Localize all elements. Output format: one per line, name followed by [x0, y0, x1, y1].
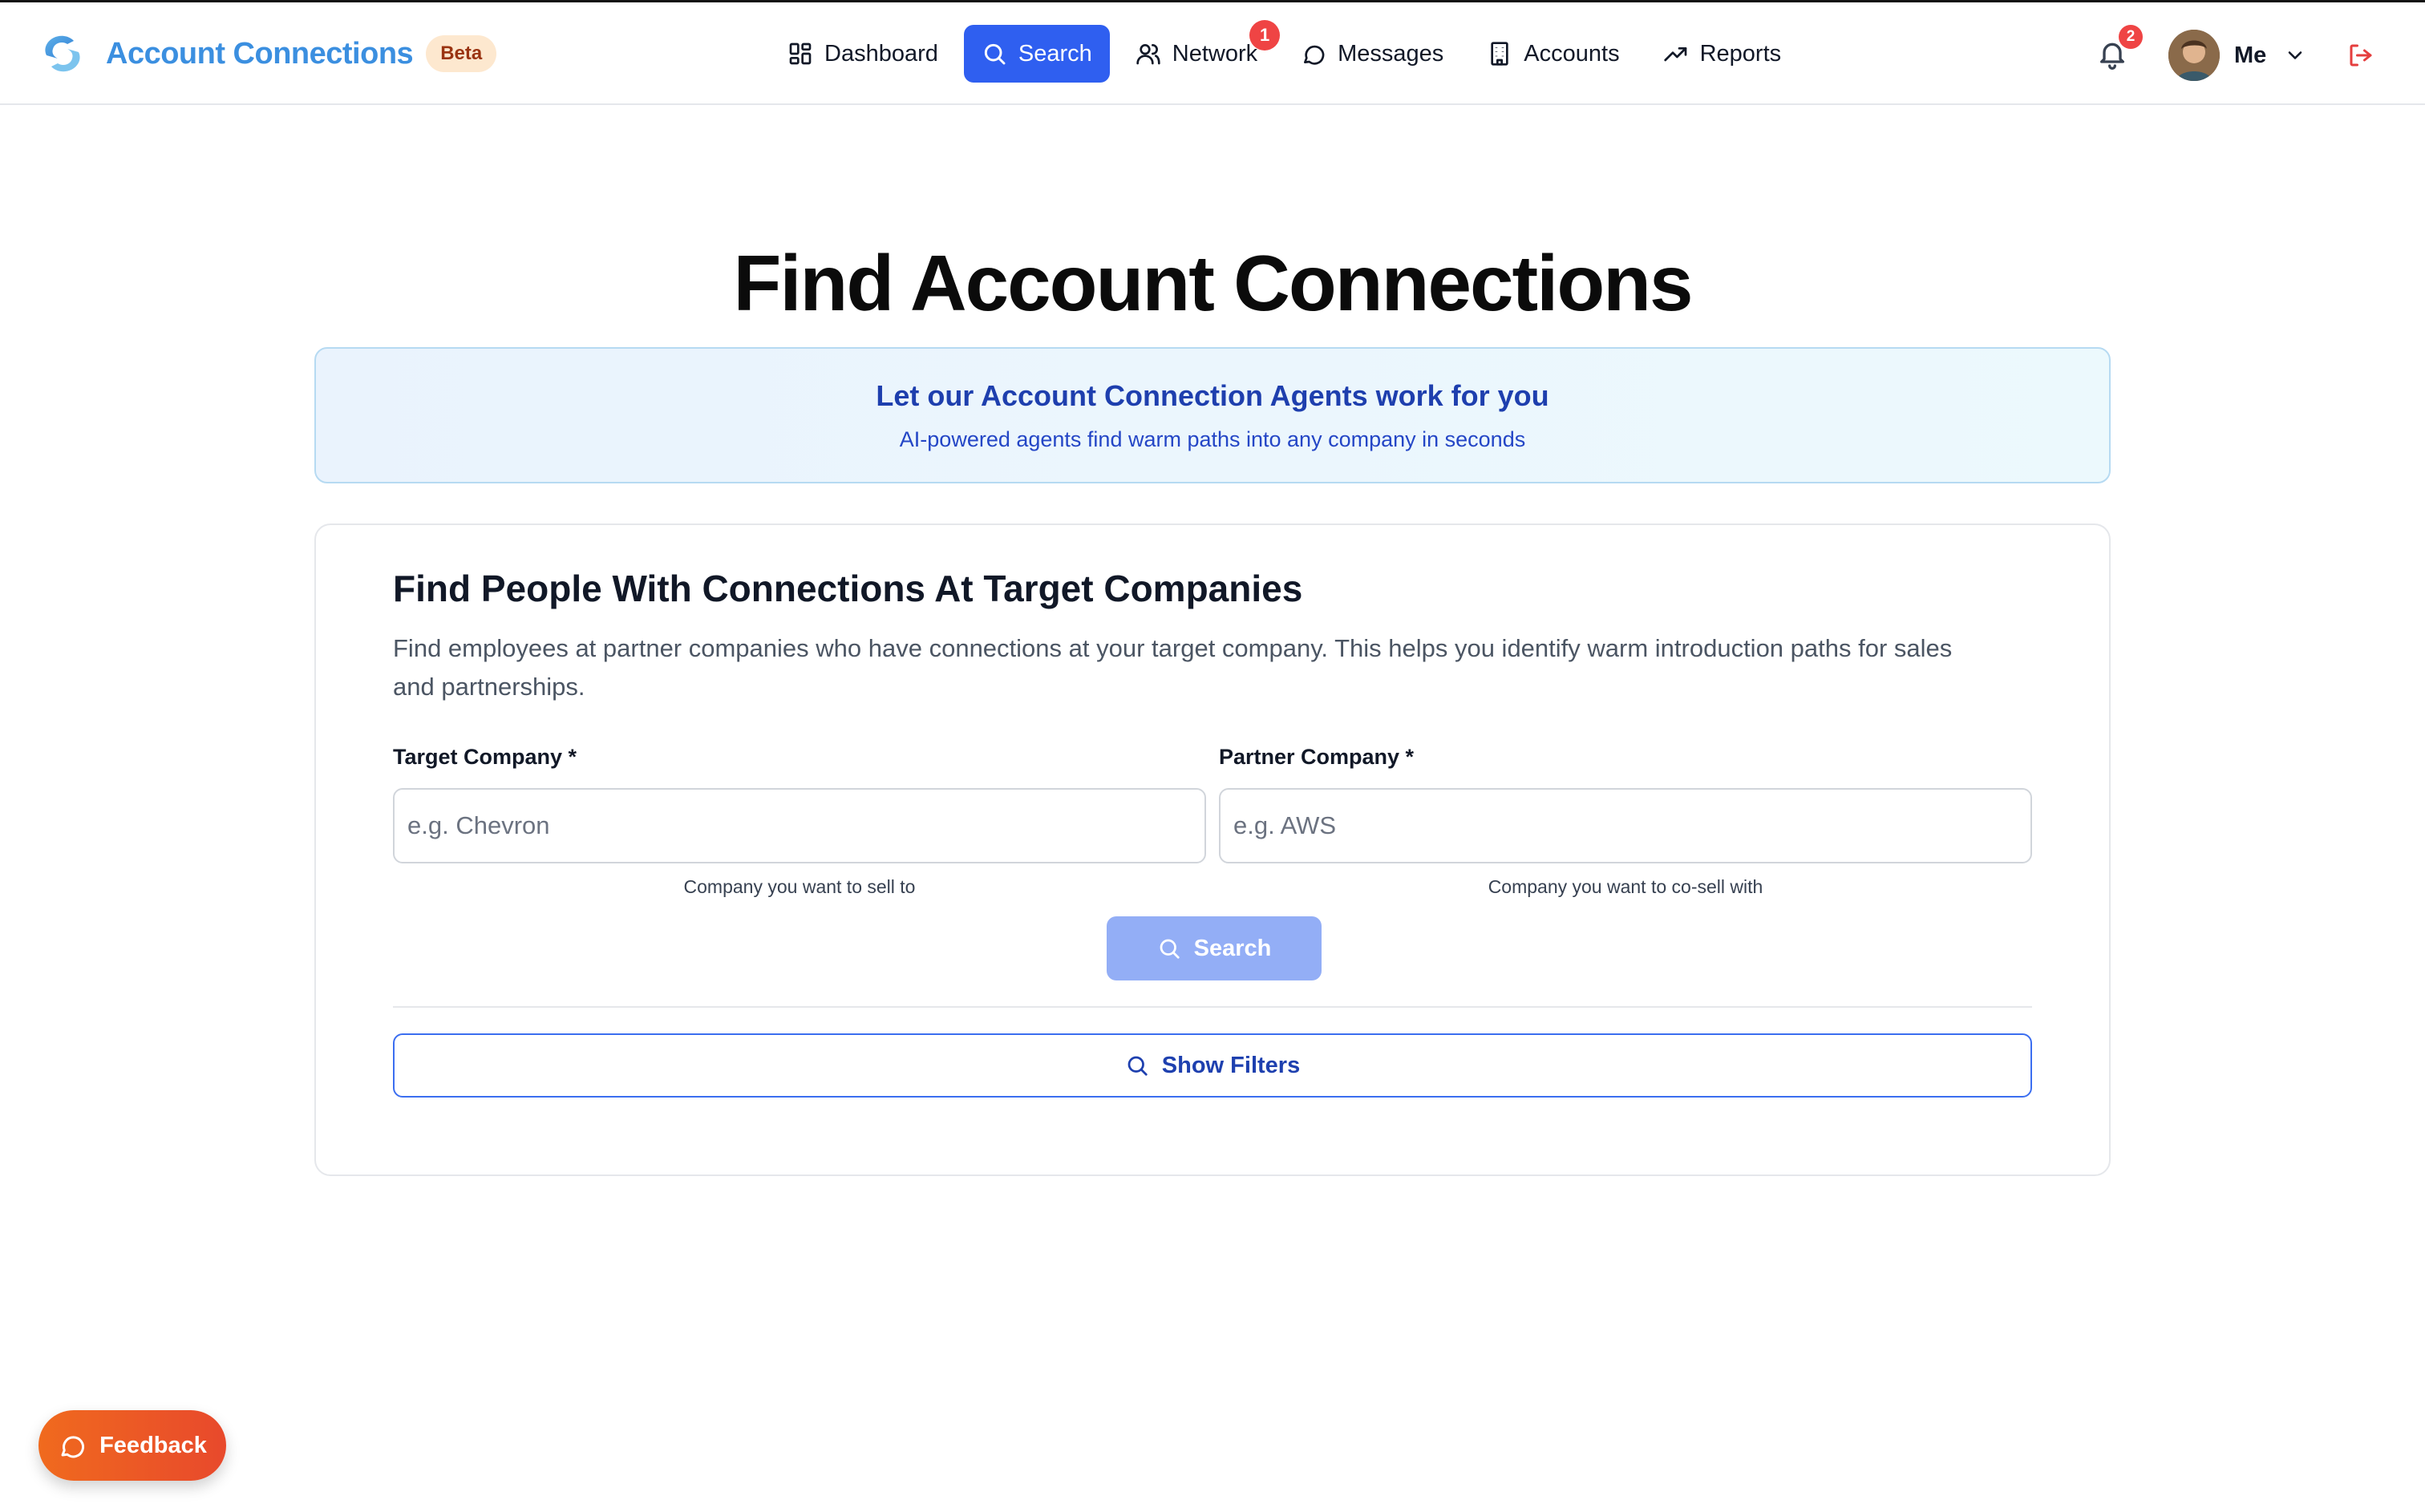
main-nav: Dashboard Search Network 1 Messages Acco… — [770, 20, 1807, 83]
show-filters-label: Show Filters — [1161, 1052, 1301, 1078]
target-company-field: Target Company * Company you want to sel… — [393, 745, 1206, 898]
search-button[interactable]: Search — [1107, 916, 1322, 980]
nav-search[interactable]: Search — [963, 25, 1110, 83]
banner-subtitle: AI-powered agents find warm paths into a… — [899, 427, 1526, 451]
nav-accounts-label: Accounts — [1524, 40, 1620, 67]
chevron-down-icon — [2289, 51, 2302, 59]
user-name: Me — [2234, 42, 2267, 68]
agents-banner: Let our Account Connection Agents work f… — [314, 347, 2111, 483]
card-description: Find employees at partner companies who … — [393, 634, 1953, 701]
nav-messages-label: Messages — [1338, 40, 1444, 67]
chat-bubble-icon — [61, 1436, 85, 1458]
message-bubble-icon — [1304, 45, 1325, 65]
feedback-label: Feedback — [99, 1432, 207, 1458]
trending-up-icon — [1663, 46, 1686, 62]
notifications-badge: 2 — [2119, 25, 2143, 49]
target-company-input[interactable] — [393, 788, 1206, 863]
partner-company-label: Partner Company * — [1219, 745, 1415, 769]
partner-company-field: Partner Company * Company you want to co… — [1219, 745, 2032, 898]
partner-company-input[interactable] — [1219, 788, 2032, 863]
notifications-button[interactable]: 2 — [2096, 25, 2143, 73]
brand-name: Account Connections — [106, 36, 414, 71]
dashboard-grid-icon — [789, 42, 812, 65]
nav-messages[interactable]: Messages — [1283, 25, 1461, 83]
nav-network[interactable]: Network 1 — [1118, 20, 1281, 83]
brand-logo-icon — [45, 35, 80, 72]
show-filters-button[interactable]: Show Filters — [393, 1033, 2032, 1098]
search-icon — [984, 43, 1006, 65]
page-title: Find Account Connections — [733, 239, 1693, 327]
brand[interactable]: Account Connections Beta — [38, 31, 497, 76]
building-icon — [1491, 42, 1508, 66]
nav-network-label: Network — [1172, 40, 1258, 67]
user-menu[interactable]: Me — [2168, 30, 2306, 81]
search-icon — [1160, 939, 1180, 959]
nav-search-label: Search — [1018, 40, 1092, 67]
target-company-label: Target Company * — [393, 745, 577, 769]
top-navbar: Account Connections Beta Dashboard Searc… — [0, 2, 2425, 105]
nav-dashboard[interactable]: Dashboard — [770, 25, 956, 83]
users-icon — [1136, 44, 1160, 65]
search-button-label: Search — [1193, 935, 1272, 961]
banner-title: Let our Account Connection Agents work f… — [876, 379, 1549, 412]
nav-reports-label: Reports — [1699, 40, 1782, 67]
search-icon — [1127, 1056, 1148, 1076]
card-title: Find People With Connections At Target C… — [393, 568, 1303, 609]
avatar — [2168, 30, 2220, 81]
network-badge: 1 — [1249, 20, 1281, 51]
beta-badge: Beta — [426, 35, 497, 72]
nav-dashboard-label: Dashboard — [824, 40, 938, 67]
partner-company-help: Company you want to co-sell with — [1488, 876, 1763, 897]
nav-accounts[interactable]: Accounts — [1469, 25, 1637, 83]
target-company-help: Company you want to sell to — [683, 876, 916, 897]
feedback-button[interactable]: Feedback — [38, 1410, 226, 1481]
search-card: Find People With Connections At Target C… — [314, 524, 2111, 1176]
logout-icon[interactable] — [2346, 41, 2375, 70]
divider — [393, 1006, 2032, 1008]
nav-reports[interactable]: Reports — [1646, 25, 1800, 83]
